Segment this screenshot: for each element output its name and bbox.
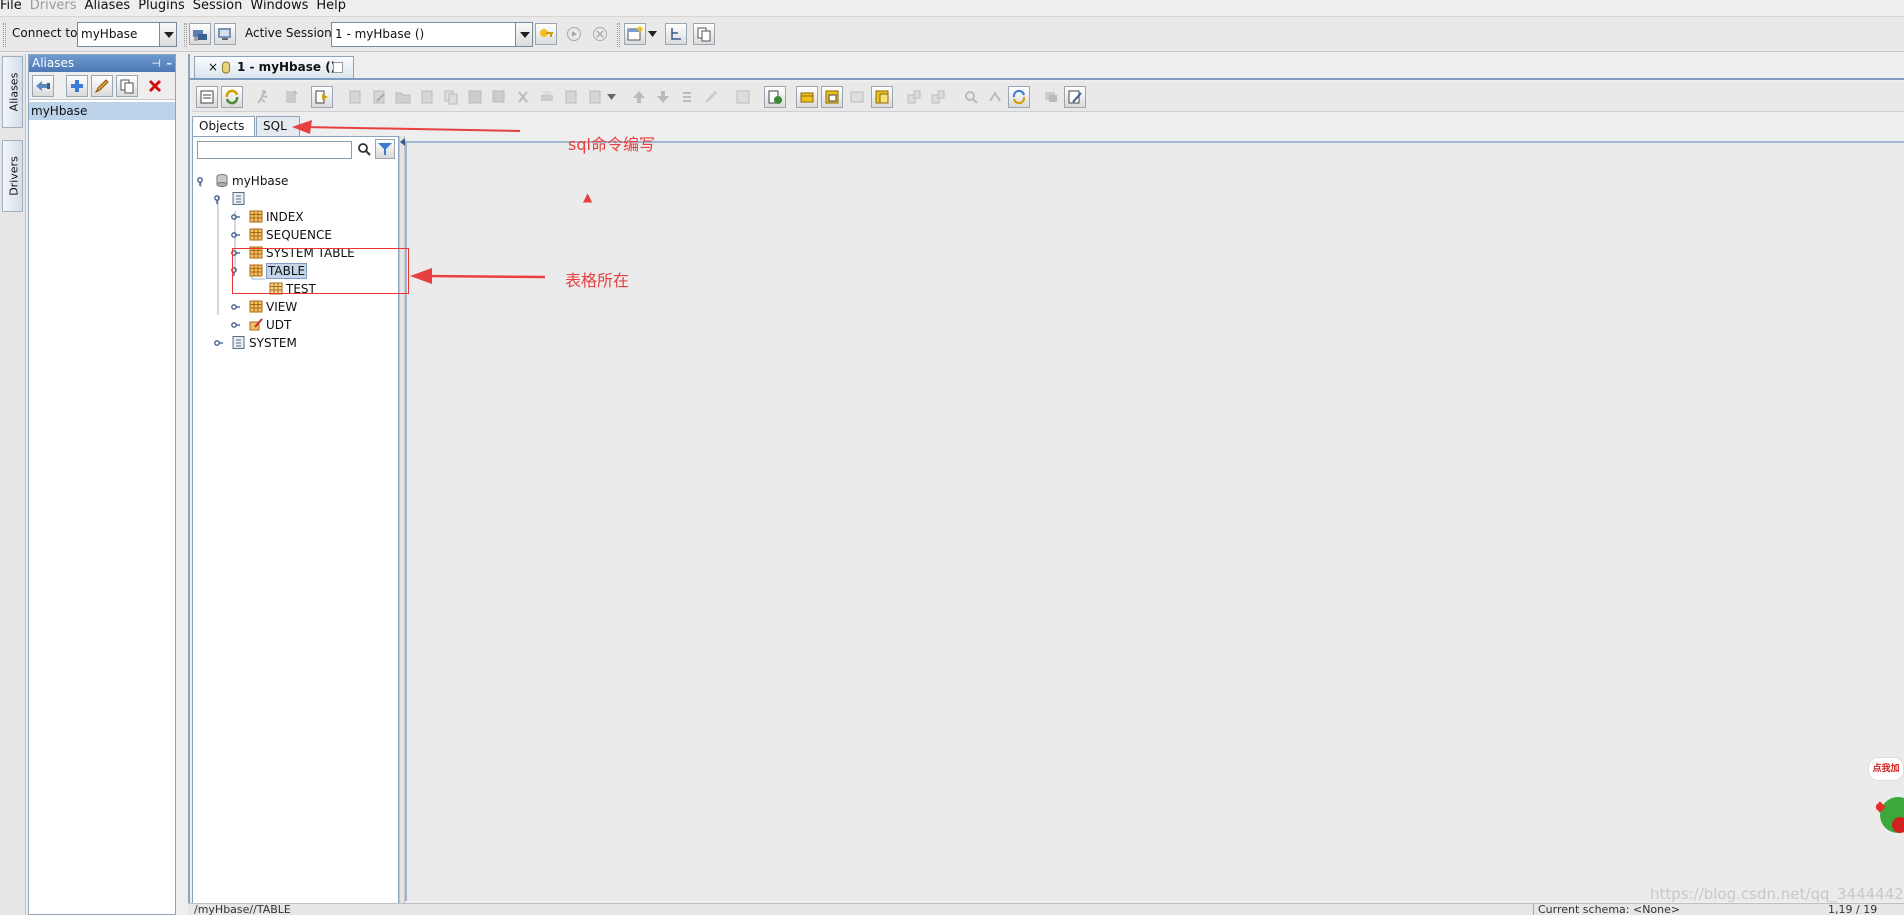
- badge-label: 点我加: [1868, 757, 1904, 781]
- watermark: https://blog.csdn.net/qq_34444429: [1650, 885, 1904, 903]
- arrow-head-icon: [410, 268, 432, 284]
- table-annotation-text: 表格所在: [565, 271, 630, 290]
- floating-mascot[interactable]: 点我加: [1866, 757, 1904, 867]
- sql-annotation-text: sql命令编写: [568, 135, 655, 154]
- mascot-icon: [1876, 797, 1904, 833]
- annotation-box: [232, 248, 409, 294]
- triangle-marker: ▲: [583, 190, 593, 204]
- annotation-arrows: [292, 120, 546, 284]
- arrow-head-icon: [292, 120, 312, 134]
